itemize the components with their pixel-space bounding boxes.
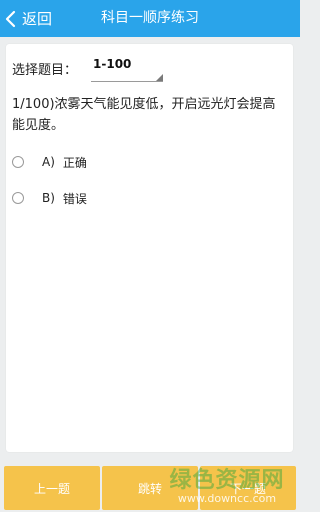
option-a-text: 正确 bbox=[62, 155, 87, 170]
prev-question-button[interactable]: 上一题 bbox=[4, 466, 100, 510]
option-b-radio[interactable] bbox=[12, 192, 24, 204]
option-b-text: 错误 bbox=[62, 191, 87, 206]
footer-bar: 上一题 跳转 下一题 bbox=[4, 466, 296, 510]
question-text: 1/100)浓雾天气能见度低，开启远光灯会提高能见度。 bbox=[12, 97, 276, 133]
option-a-radio[interactable] bbox=[12, 156, 24, 168]
dropdown-arrow-icon bbox=[156, 74, 164, 81]
back-button[interactable]: 返回 bbox=[4, 0, 52, 37]
jump-button[interactable]: 跳转 bbox=[102, 466, 198, 510]
question-picker-label: 选择题目： bbox=[12, 62, 78, 78]
question-range-dropdown[interactable]: 1-100 bbox=[91, 53, 164, 83]
option-b[interactable]: B) 错误 bbox=[12, 188, 87, 208]
next-question-button[interactable]: 下一题 bbox=[200, 466, 296, 510]
back-label: 返回 bbox=[22, 10, 53, 28]
dropdown-underline bbox=[91, 81, 164, 82]
option-b-letter: B) bbox=[42, 191, 55, 205]
question-range-value: 1-100 bbox=[93, 57, 132, 71]
app-header: 返回 科目一顺序练习 bbox=[0, 0, 300, 37]
chevron-left-icon bbox=[5, 10, 16, 27]
option-a-letter: A) bbox=[42, 155, 55, 169]
option-a[interactable]: A) 正确 bbox=[12, 152, 87, 172]
question-picker-row: 选择题目： 1-100 bbox=[12, 57, 164, 82]
question-card: 选择题目： 1-100 1/100)浓雾天气能见度低，开启远光灯会提高能见度。 … bbox=[6, 44, 293, 452]
